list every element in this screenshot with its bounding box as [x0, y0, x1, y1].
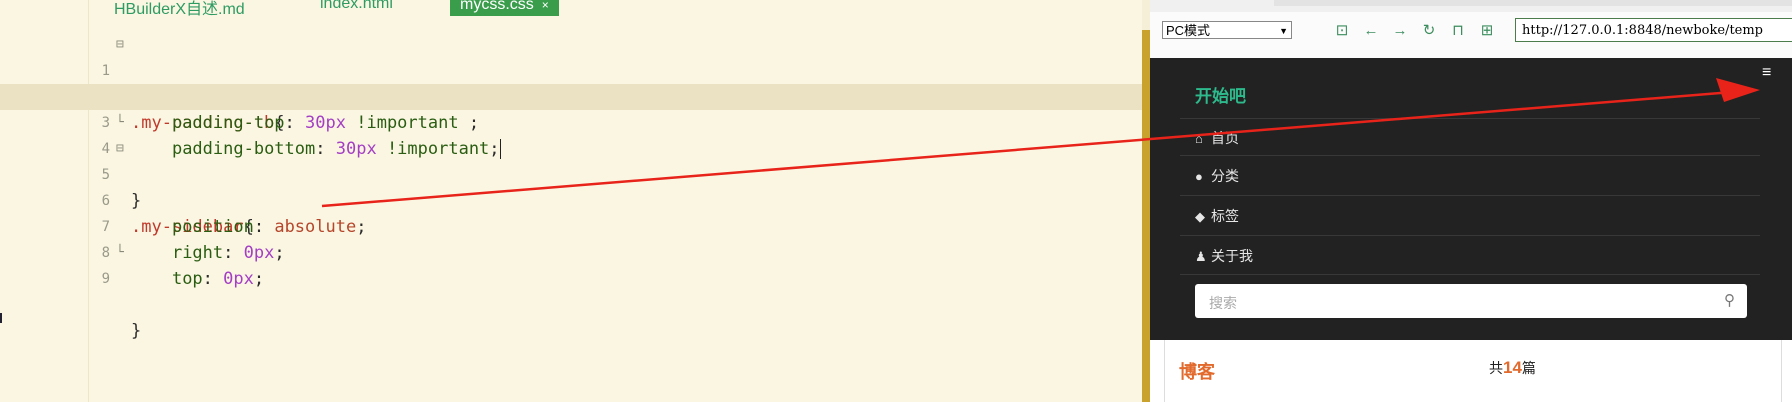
code-area[interactable]: 1 ⊟ .my-padding-tb{ 2 padding-top: 30px … — [0, 32, 1148, 341]
divider — [1180, 118, 1760, 119]
home-icon: ⌂ — [1195, 131, 1203, 146]
code-line: 7 right: 0px; — [0, 188, 1148, 263]
divider — [1180, 195, 1760, 196]
terminal-icon[interactable]: ⊡ — [1332, 21, 1352, 41]
blog-panel: 博客 共14篇 — [1164, 340, 1782, 402]
chevron-down-icon: ▼ — [1279, 26, 1288, 36]
count-prefix: 共 — [1489, 360, 1503, 376]
fold-icon[interactable]: ⊟ — [116, 32, 124, 58]
url-input[interactable]: http://127.0.0.1:8848/newboke/temp — [1515, 18, 1792, 42]
back-icon[interactable]: ← — [1361, 21, 1381, 41]
editor-tab-bar: HBuilderX自述.md index.html mycss.css × — [88, 0, 1148, 16]
code-line: 5 ⊟ .my-sidebar{ — [0, 136, 1148, 237]
qr-icon[interactable]: ⊞ — [1477, 21, 1497, 41]
blog-title: 博客 — [1179, 362, 1215, 383]
pane-divider-top — [1142, 0, 1150, 30]
pane-splitter[interactable] — [1142, 30, 1150, 402]
menu-toggle-icon[interactable]: ≡ — [1762, 65, 1778, 82]
count-suffix: 篇 — [1521, 360, 1536, 376]
close-icon[interactable]: × — [542, 0, 549, 12]
refresh-icon[interactable]: ↻ — [1419, 21, 1439, 41]
code-line: 2 padding-top: 30px !important ; — [0, 58, 1148, 133]
nav-label: 首页 — [1211, 130, 1239, 146]
nav-label: 关于我 — [1211, 248, 1253, 264]
code-line: 8 top: 0px; — [0, 214, 1148, 289]
divider — [1180, 155, 1760, 156]
tab-label: mycss.css — [460, 0, 534, 13]
lock-icon[interactable]: ⊓ — [1448, 21, 1468, 41]
code-line: 1 ⊟ .my-padding-tb{ — [0, 32, 1148, 133]
forward-icon[interactable]: → — [1390, 21, 1410, 41]
css-number: 0px — [223, 269, 254, 289]
code-line: 6 position: absolute; — [0, 162, 1148, 237]
nav-item-category[interactable]: ● 分类 — [1195, 166, 1239, 186]
user-icon: ♟ — [1195, 249, 1207, 264]
brace: } — [131, 321, 142, 341]
brand-logo[interactable]: 开始吧 — [1195, 82, 1246, 107]
mode-select[interactable]: PC模式 ▼ — [1162, 21, 1292, 39]
tab-index-html[interactable]: index.html — [320, 0, 393, 13]
css-property: top — [171, 269, 203, 289]
lightbulb-icon: ● — [1195, 169, 1203, 184]
nav-label: 分类 — [1211, 168, 1239, 184]
mode-select-value: PC模式 — [1166, 23, 1211, 38]
browser-top-strip — [1150, 0, 1792, 12]
preview-page: 开始吧 ≡ ⌂ 首页 ● 分类 ◆ 标签 ♟ 关于我 搜索 ⚲ 博客 共14篇 — [1150, 58, 1792, 402]
search-icon[interactable]: ⚲ — [1724, 291, 1735, 309]
nav-item-about[interactable]: ♟ 关于我 — [1195, 246, 1253, 266]
count-value: 14 — [1503, 358, 1522, 377]
search-placeholder: 搜索 — [1209, 295, 1237, 311]
tab-readme[interactable]: HBuilderX自述.md — [114, 0, 245, 16]
code-line-current: 3 padding-bottom: 30px !important; — [0, 84, 1148, 159]
browser-preview: PC模式 ▼ ⊡ ← → ↻ ⊓ ⊞ http://127.0.0.1:8848/… — [1150, 0, 1792, 402]
code-line: 9 └ } — [0, 240, 1148, 341]
browser-top-bar — [1274, 0, 1792, 6]
tags-icon: ◆ — [1195, 209, 1205, 224]
fold-end-icon: └ — [116, 115, 124, 130]
post-count: 共14篇 — [1489, 358, 1536, 378]
fold-icon[interactable]: ⊟ — [116, 136, 124, 162]
nav-item-home[interactable]: ⌂ 首页 — [1195, 128, 1239, 148]
divider — [1180, 274, 1760, 275]
nav-label: 标签 — [1211, 208, 1239, 224]
browser-toolbar: PC模式 ▼ ⊡ ← → ↻ ⊓ ⊞ http://127.0.0.1:8848/… — [1150, 12, 1792, 59]
code-line: 4 └ } — [0, 110, 1148, 211]
navbar: 开始吧 ≡ ⌂ 首页 ● 分类 ◆ 标签 ♟ 关于我 搜索 ⚲ — [1150, 58, 1792, 340]
search-input[interactable]: 搜索 ⚲ — [1195, 284, 1747, 318]
code-editor: HBuilderX自述.md index.html mycss.css × 1 ⊟… — [0, 0, 1150, 402]
line-number: 9 — [101, 271, 110, 287]
nav-item-tags[interactable]: ◆ 标签 — [1195, 206, 1239, 226]
tab-mycss-css[interactable]: mycss.css × — [450, 0, 559, 16]
divider — [1180, 235, 1760, 236]
fold-end-icon: └ — [116, 245, 124, 260]
